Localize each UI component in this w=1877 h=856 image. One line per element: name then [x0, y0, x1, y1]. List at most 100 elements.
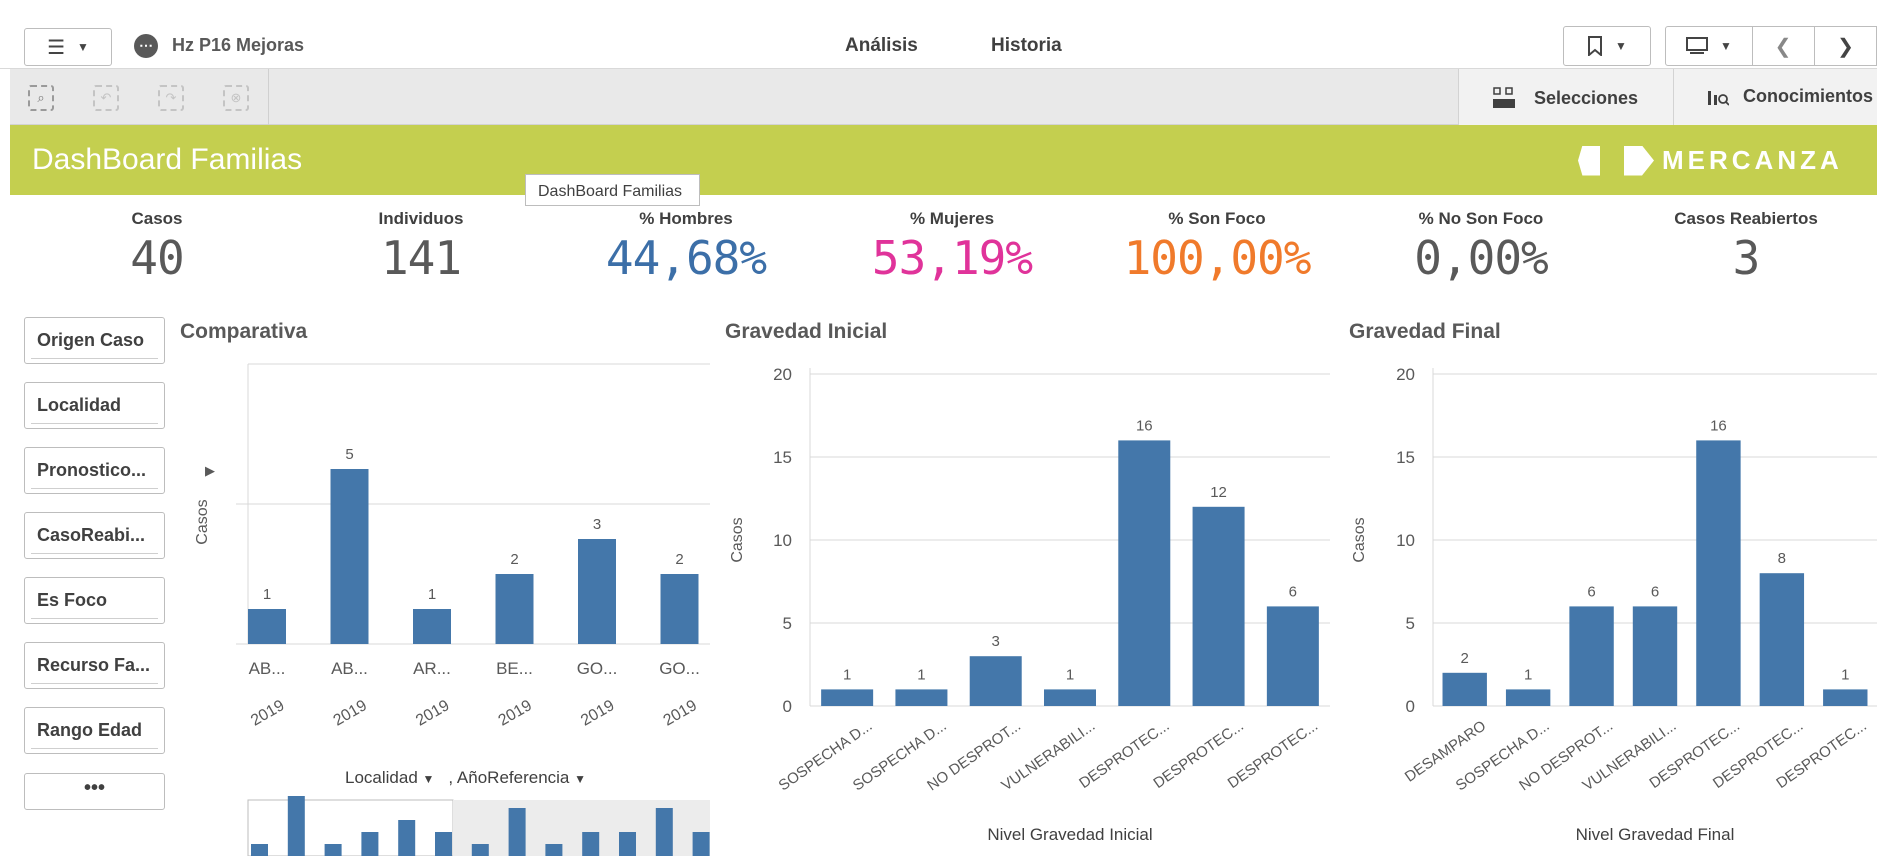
filter-box[interactable]: CasoReabi... [24, 512, 165, 559]
minimap-bar [692, 832, 710, 856]
tab-historia[interactable]: Historia [991, 35, 1062, 57]
chevron-down-icon: ▼ [574, 772, 587, 786]
x-subtick-label: 2019 [331, 697, 370, 730]
x-tick-label: AR... [413, 659, 451, 678]
sheet-title-tooltip: DashBoard Familias [525, 174, 700, 206]
selections-label: Selecciones [1534, 87, 1639, 108]
app-more-icon[interactable]: ⋯ [134, 34, 158, 58]
expand-arrow-icon: ▶ [205, 463, 215, 478]
data-label: 16 [1136, 417, 1153, 434]
minimap-bar [655, 808, 673, 856]
more-filters-button[interactable]: ••• [24, 773, 165, 810]
x-tick-label: BE... [496, 659, 533, 678]
bar [660, 574, 699, 644]
previous-sheet-button[interactable]: ❮ [1752, 26, 1815, 66]
y-tick-label: 20 [1396, 365, 1415, 384]
chevron-down-icon: ▼ [422, 772, 435, 786]
filter-box[interactable]: Rango Edad [24, 707, 165, 754]
minimap-bar [287, 796, 305, 856]
kpi-1: Individuos 141 [311, 209, 531, 285]
bar [1759, 573, 1805, 706]
kpi-3: % Mujeres 53,19% [842, 209, 1062, 285]
gravedad-final-chart[interactable]: 051015202DESAMPARO1SOSPECHA D...6NO DESP… [1349, 350, 1877, 856]
bar [330, 469, 369, 644]
y-tick-label: 0 [1406, 697, 1415, 716]
bookmark-icon [1588, 36, 1603, 56]
localidad-dimension-selector[interactable]: Localidad ▼ [345, 768, 434, 788]
sheets-button[interactable]: ▼ [1665, 26, 1753, 66]
minimap-bar [324, 844, 342, 856]
data-label: 3 [593, 516, 601, 533]
x-tick-label: GO... [577, 659, 618, 678]
bar [1696, 440, 1741, 706]
gravedad-inicial-chart[interactable]: 051015201SOSPECHA D...1SOSPECHA D...3NO … [725, 350, 1345, 856]
chevron-down-icon: ▼ [77, 40, 89, 54]
filter-box[interactable]: Recurso Fa... [24, 642, 165, 689]
filter-box[interactable]: Pronostico... [24, 447, 165, 494]
step-back-icon[interactable]: ↶ [93, 85, 119, 111]
data-label: 8 [1778, 550, 1786, 567]
data-label: 1 [1066, 666, 1074, 683]
logo-text: MERCANZA [1662, 145, 1843, 175]
filter-box[interactable]: Es Foco [24, 577, 165, 624]
selections-button[interactable]: Selecciones [1492, 86, 1638, 110]
navigation-menu-button[interactable]: ☰ ▼ [24, 28, 112, 66]
chart-title-gravedad-inicial: Gravedad Inicial [725, 320, 888, 343]
kpi-0: Casos 40 [47, 209, 267, 285]
x-tick-label: GO... [659, 659, 700, 678]
selection-toolbar: ⌕ ↶ ↷ ⊗ Selecciones Conocimientos [10, 69, 1877, 125]
chevron-down-icon: ▼ [1615, 39, 1627, 53]
selections-icon [1493, 87, 1515, 108]
bar [578, 539, 616, 644]
minimap-bar [508, 808, 526, 856]
hamburger-icon: ☰ [47, 36, 66, 59]
insights-label: Conocimientos [1743, 86, 1874, 106]
insights-icon [1708, 90, 1729, 106]
kpi-label: Individuos [378, 209, 464, 228]
kpi-5: % No Son Foco 0,00% [1371, 209, 1591, 285]
data-label: 2 [1461, 650, 1469, 667]
data-label: 1 [1841, 666, 1849, 683]
x-tick-label: AB... [331, 659, 368, 678]
kpi-2: % Hombres 44,68% [576, 209, 796, 285]
filter-box[interactable]: Origen Caso [24, 317, 165, 364]
bar [1569, 606, 1614, 706]
mercanza-logo: MERCANZA [1578, 145, 1843, 176]
x-subtick-label: 2019 [248, 697, 287, 730]
kpi-label: % Son Foco [1168, 209, 1266, 228]
smart-search-icon[interactable]: ⌕ [28, 85, 54, 111]
x-axis-title: Nivel Gravedad Inicial [987, 825, 1152, 844]
ano-referencia-dimension-selector[interactable]: , AñoReferencia ▼ [448, 768, 586, 788]
kpi-value: 53,19% [871, 231, 1033, 285]
clear-selections-icon[interactable]: ⊗ [223, 85, 249, 111]
bar [821, 689, 874, 706]
minimap-bar [545, 844, 563, 856]
minimap-bar [471, 844, 489, 856]
dashboard-banner: DashBoard Familias MERCANZA [10, 125, 1877, 195]
data-label: 2 [675, 551, 683, 568]
bar [1632, 606, 1678, 706]
kpi-4: % Son Foco 100,00% [1107, 209, 1327, 285]
sheet-icon [1686, 37, 1709, 54]
kpi-label: Casos Reabiertos [1674, 209, 1818, 228]
filter-box[interactable]: Localidad [24, 382, 165, 429]
data-label: 6 [1651, 583, 1659, 600]
chevron-right-icon: ❯ [1837, 35, 1854, 58]
data-label: 1 [843, 666, 851, 683]
tab-analisis[interactable]: Análisis [845, 35, 918, 57]
bookmarks-button[interactable]: ▼ [1563, 26, 1651, 66]
y-tick-label: 15 [773, 448, 792, 467]
x-subtick-label: 2019 [578, 697, 617, 730]
toolbar-divider [1673, 69, 1674, 125]
bar [248, 609, 286, 644]
next-sheet-button[interactable]: ❯ [1814, 26, 1877, 66]
y-tick-label: 10 [1396, 531, 1415, 550]
dimension-selectors: Localidad ▼ , AñoReferencia ▼ [345, 768, 586, 788]
kpi-label: % Hombres [639, 209, 733, 228]
kpi-6: Casos Reabiertos 3 [1636, 209, 1856, 285]
step-forward-icon[interactable]: ↷ [158, 85, 184, 111]
minimap-bar [582, 832, 600, 856]
minimap-bar [619, 832, 636, 856]
insights-button[interactable]: Conocimientos [1707, 86, 1873, 107]
kpi-value: 141 [380, 231, 462, 285]
